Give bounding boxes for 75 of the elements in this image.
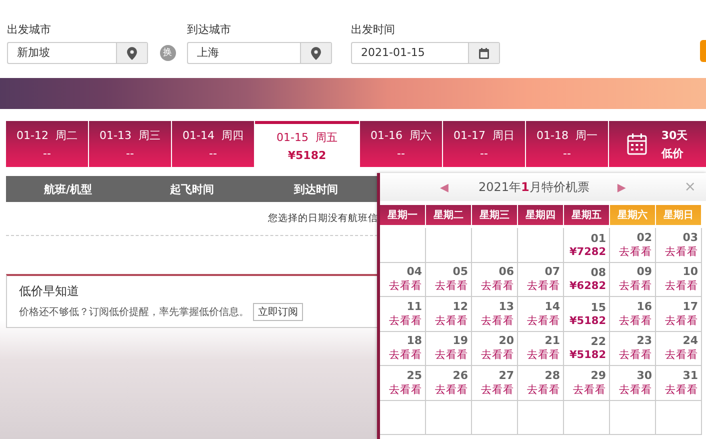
field-label: 出发城市 [7,22,52,37]
calendar-day[interactable]: 19 去看看 [426,332,472,366]
empty-day-cell [380,400,426,435]
calendar-day[interactable]: 09 去看看 [610,262,656,297]
date-tab[interactable]: 01-13 周三 -- [89,121,171,167]
weekday-header: 星期四 [518,205,564,225]
field-label: 到达城市 [187,22,232,37]
empty-day-cell [380,228,426,262]
calendar-day[interactable]: 28 去看看 [518,366,564,400]
calendar-day[interactable]: 30 去看看 [610,366,656,400]
subscribe-title: 低价早知道 [19,283,80,300]
calendar-day[interactable]: 15 ¥5182 [564,297,610,332]
weekday-header: 星期三 [472,205,518,225]
column-header: 起飞时间 [169,182,215,196]
calendar-day[interactable]: 11 去看看 [380,297,426,332]
calendar-day[interactable]: 25 去看看 [380,366,426,400]
empty-day-cell [564,400,610,435]
side-button[interactable] [700,40,706,62]
calendar-day[interactable]: 18 去看看 [380,332,426,366]
location-pin-icon [127,46,137,60]
calendar-title: 2021年1月特价机票 [478,178,590,196]
column-header: 到达时间 [292,182,339,196]
calendar-icon [627,133,648,155]
low-price-tab[interactable]: 30天 低价 [609,121,706,167]
calendar-day[interactable]: 24 去看看 [656,332,702,366]
column-header: 航班/机型 [42,182,94,196]
subscribe-button[interactable]: 立即订阅 [253,303,303,321]
arrival-city-field[interactable]: 上海 [187,42,332,64]
calendar-day[interactable]: 26 去看看 [426,366,472,400]
calendar-day[interactable]: 08 ¥6282 [564,262,610,297]
calendar-day[interactable]: 23 去看看 [610,332,656,366]
calendar-day[interactable]: 21 去看看 [518,332,564,366]
empty-day-cell [472,228,518,262]
calendar-icon [479,48,489,58]
calendar-day[interactable]: 31 去看看 [656,366,702,400]
date-tab[interactable]: 01-14 周四 -- [172,121,254,167]
calendar-day[interactable]: 07 去看看 [518,262,564,297]
date-tab[interactable]: 01-12 周二 -- [6,121,88,167]
calendar-day[interactable]: 05 去看看 [426,262,472,297]
empty-day-cell [426,400,472,435]
calendar-day[interactable]: 29 去看看 [564,366,610,400]
weekday-header: 星期二 [426,205,472,225]
date-tab[interactable]: 01-16 周六 -- [360,121,442,167]
weekday-header: 星期一 [380,205,426,225]
subscribe-text: 价格还不够低？订阅低价提醒，率先掌握低价信息。 [19,306,249,319]
calendar-day[interactable]: 02 去看看 [610,228,656,262]
calendar-day[interactable]: 10 去看看 [656,262,702,297]
empty-day-cell [518,400,564,435]
calendar-day[interactable]: 20 去看看 [472,332,518,366]
empty-day-cell [472,400,518,435]
calendar-day[interactable]: 14 去看看 [518,297,564,332]
weekday-header: 星期日 [656,205,702,225]
empty-day-cell [426,228,472,262]
calendar-day[interactable]: 16 去看看 [610,297,656,332]
location-pin-icon [311,46,321,60]
empty-day-cell [610,400,656,435]
calendar-day[interactable]: 04 去看看 [380,262,426,297]
weekday-header: 星期五 [564,205,610,225]
calendar-day[interactable]: 01 ¥7282 [564,228,610,262]
weekday-header: 星期六 [610,205,656,225]
calendar-day[interactable]: 12 去看看 [426,297,472,332]
no-flights-message: 您选择的日期没有航班信 [268,212,378,225]
calendar-day[interactable]: 06 去看看 [472,262,518,297]
calendar-day[interactable]: 27 去看看 [472,366,518,400]
calendar-day[interactable]: 22 ¥5182 [564,332,610,366]
date-field[interactable]: 2021-01-15 [351,42,500,64]
empty-day-cell [518,228,564,262]
date-tab[interactable]: 01-17 周日 -- [443,121,525,167]
field-label: 出发时间 [351,22,396,37]
empty-day-cell [656,400,702,435]
departure-city-field[interactable]: 新加坡 [7,42,148,64]
calendar-day[interactable]: 13 去看看 [472,297,518,332]
date-tab[interactable]: 01-18 周一 -- [526,121,608,167]
calendar-day[interactable]: 03 去看看 [656,228,702,262]
calendar-day[interactable]: 17 去看看 [656,297,702,332]
